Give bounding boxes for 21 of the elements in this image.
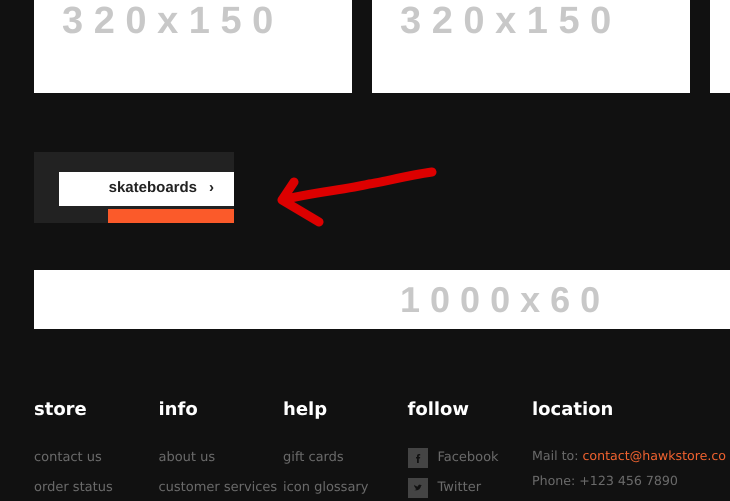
footer-heading: info — [158, 399, 199, 421]
social-link[interactable]: Facebook — [438, 443, 499, 473]
footer-heading: help — [283, 399, 328, 421]
footer-link[interactable]: gift cards — [283, 443, 408, 473]
menu-item[interactable]: skateboards › — [59, 172, 234, 206]
menu-item[interactable] — [108, 208, 234, 222]
bird-icon[interactable] — [408, 478, 428, 498]
contact-text: Phone: +123 456 7890 — [532, 472, 679, 490]
footer-link[interactable]: customer services — [158, 473, 283, 501]
footer-heading: store — [34, 399, 88, 421]
facebook-icon[interactable] — [408, 448, 428, 468]
footer-link[interactable]: about us — [158, 443, 283, 473]
footer-link[interactable]: icon glossary — [283, 473, 408, 501]
contact-text: Mail to: contact@hawkstore.co — [532, 447, 727, 465]
footer-link[interactable]: contact us — [34, 443, 158, 473]
footer-heading: location — [532, 399, 614, 421]
email-link[interactable]: contact@hawkstore.co — [582, 448, 726, 463]
footer-heading: follow — [408, 399, 470, 421]
chevron-icon: › — [209, 177, 214, 200]
footer-link[interactable]: order status — [34, 473, 158, 501]
social-link[interactable]: Twitter — [438, 473, 482, 501]
